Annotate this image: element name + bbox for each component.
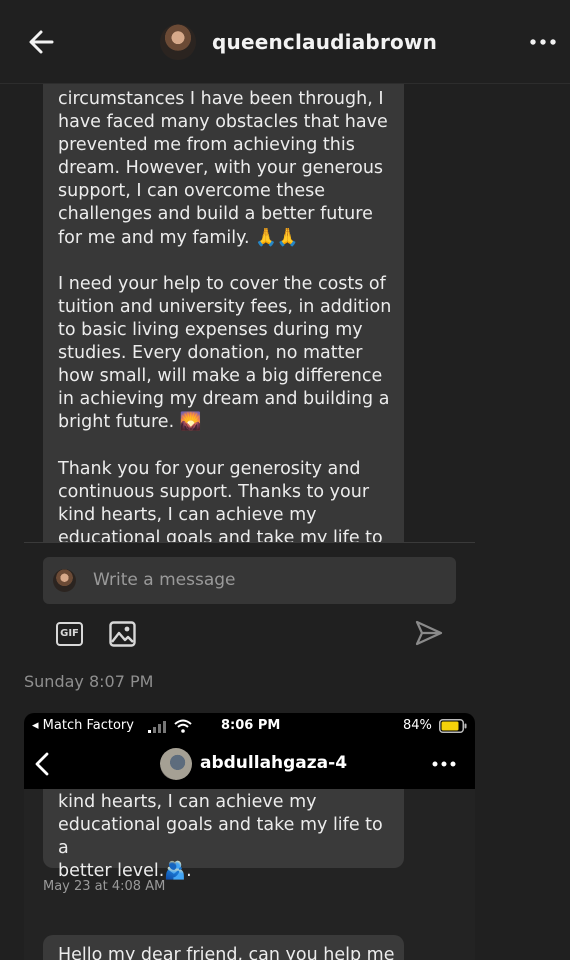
divider	[24, 542, 475, 543]
message-timestamp: Sunday 8:07 PM	[24, 672, 154, 691]
embedded-avatar	[160, 748, 192, 780]
embedded-message-list: kind hearts, I can achieve my educationa…	[24, 789, 475, 960]
embedded-username: abdullahgaza-4	[200, 753, 348, 773]
battery-percent: 84%	[403, 718, 432, 733]
message-input[interactable]	[93, 565, 443, 595]
message-bubble: kind hearts, I can achieve my educationa…	[43, 789, 404, 881]
status-carrier: ◂ Match Factory	[32, 718, 134, 733]
message-composer	[43, 557, 456, 604]
embedded-screenshot[interactable]: ◂ Match Factory 8:06 PM 84% abdullahgaza…	[24, 713, 475, 960]
wifi-icon	[174, 719, 192, 733]
cellular-signal-icon	[148, 721, 166, 733]
status-bar: ◂ Match Factory 8:06 PM 84%	[24, 713, 475, 739]
conversation-username[interactable]: queenclaudiabrown	[212, 30, 437, 54]
message-bubble: circumstances I have been through, I hav…	[43, 84, 404, 542]
back-chevron-icon	[35, 752, 49, 776]
battery-icon	[439, 719, 467, 733]
message-text: Hello my dear friend, can you help me	[58, 945, 395, 960]
embedded-header: abdullahgaza-4	[24, 739, 475, 789]
image-icon[interactable]	[109, 621, 136, 647]
more-options-icon[interactable]	[530, 39, 556, 45]
more-options-icon	[432, 761, 456, 767]
conversation-header: queenclaudiabrown	[0, 0, 570, 84]
message-bubble: Hello my dear friend, can you help me	[43, 935, 404, 960]
back-arrow-icon[interactable]	[26, 26, 58, 58]
send-icon[interactable]	[414, 619, 444, 647]
message-text: kind hearts, I can achieve my educationa…	[58, 792, 383, 881]
message-text: circumstances I have been through, I hav…	[58, 89, 392, 542]
status-time: 8:06 PM	[221, 718, 281, 733]
composer-avatar	[53, 569, 76, 592]
message-timestamp: May 23 at 4:08 AM	[43, 879, 166, 894]
avatar[interactable]	[160, 24, 196, 60]
gif-button[interactable]: GIF	[56, 622, 83, 646]
